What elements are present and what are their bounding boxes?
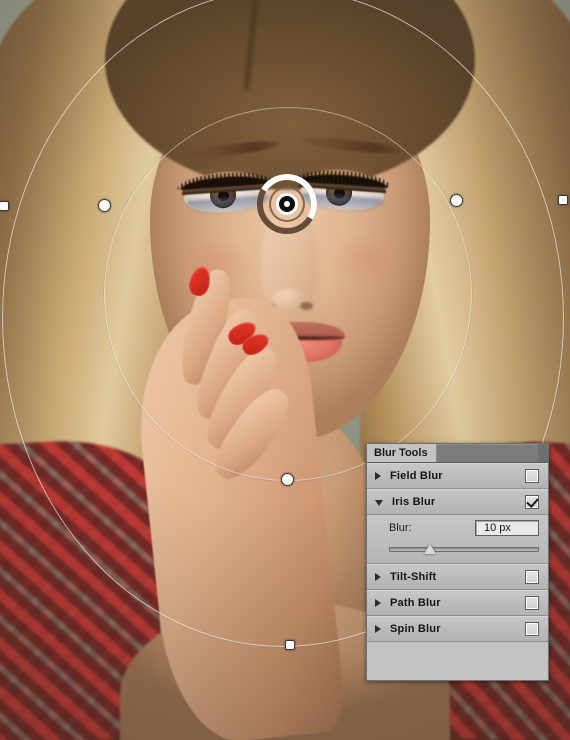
checkbox-path-blur[interactable] [525, 596, 539, 610]
row-tilt-shift-label: Tilt-Shift [390, 571, 437, 583]
blur-slider-thumb[interactable] [423, 544, 436, 554]
checkbox-field-blur[interactable] [525, 469, 539, 483]
checkbox-iris-blur[interactable] [525, 495, 539, 509]
photoshop-canvas-screenshot: Blur Tools Field Blur Iris Blur Blur: 10… [0, 0, 570, 740]
blur-tools-panel[interactable]: Blur Tools Field Blur Iris Blur Blur: 10… [366, 443, 549, 681]
feather-handle-left[interactable] [98, 199, 111, 212]
ellipse-handle-right[interactable] [558, 195, 568, 205]
panel-tabbar: Blur Tools [367, 444, 548, 463]
triangle-right-icon[interactable] [375, 625, 381, 633]
tabbar-filler [436, 444, 538, 462]
tab-blur-tools[interactable]: Blur Tools [367, 444, 437, 462]
row-path-blur-label: Path Blur [390, 597, 441, 609]
blur-value-field[interactable]: 10 px [475, 520, 539, 536]
row-iris-blur[interactable]: Iris Blur [367, 489, 548, 515]
panel-menu-grip[interactable] [538, 444, 548, 462]
blur-slider-row: Blur: 10 px [389, 520, 539, 536]
blur-slider-track[interactable] [389, 547, 539, 552]
checkbox-spin-blur[interactable] [525, 622, 539, 636]
row-tilt-shift[interactable]: Tilt-Shift [367, 564, 548, 590]
row-iris-blur-label: Iris Blur [392, 496, 436, 508]
triangle-right-icon[interactable] [375, 573, 381, 581]
iris-blur-controls: Blur: 10 px [367, 515, 548, 564]
ellipse-handle-bottom[interactable] [285, 640, 295, 650]
row-spin-blur-label: Spin Blur [390, 623, 441, 635]
feather-handle-bottom[interactable] [281, 473, 294, 486]
blur-slider-label: Blur: [389, 522, 412, 534]
blur-tool-list: Field Blur Iris Blur Blur: 10 px Tilt-Sh… [367, 463, 548, 642]
triangle-down-icon[interactable] [375, 500, 383, 506]
pin-center-dot[interactable] [284, 201, 290, 207]
triangle-right-icon[interactable] [375, 599, 381, 607]
blur-slider[interactable] [389, 543, 539, 555]
row-field-blur[interactable]: Field Blur [367, 463, 548, 489]
feather-handle-right[interactable] [450, 194, 463, 207]
row-field-blur-label: Field Blur [390, 470, 443, 482]
ellipse-handle-left[interactable] [0, 201, 9, 211]
checkbox-tilt-shift[interactable] [525, 570, 539, 584]
triangle-right-icon[interactable] [375, 472, 381, 480]
row-path-blur[interactable]: Path Blur [367, 590, 548, 616]
tab-blur-tools-label: Blur Tools [374, 446, 428, 459]
row-spin-blur[interactable]: Spin Blur [367, 616, 548, 642]
iris-blur-feather-ellipse[interactable] [104, 107, 472, 481]
